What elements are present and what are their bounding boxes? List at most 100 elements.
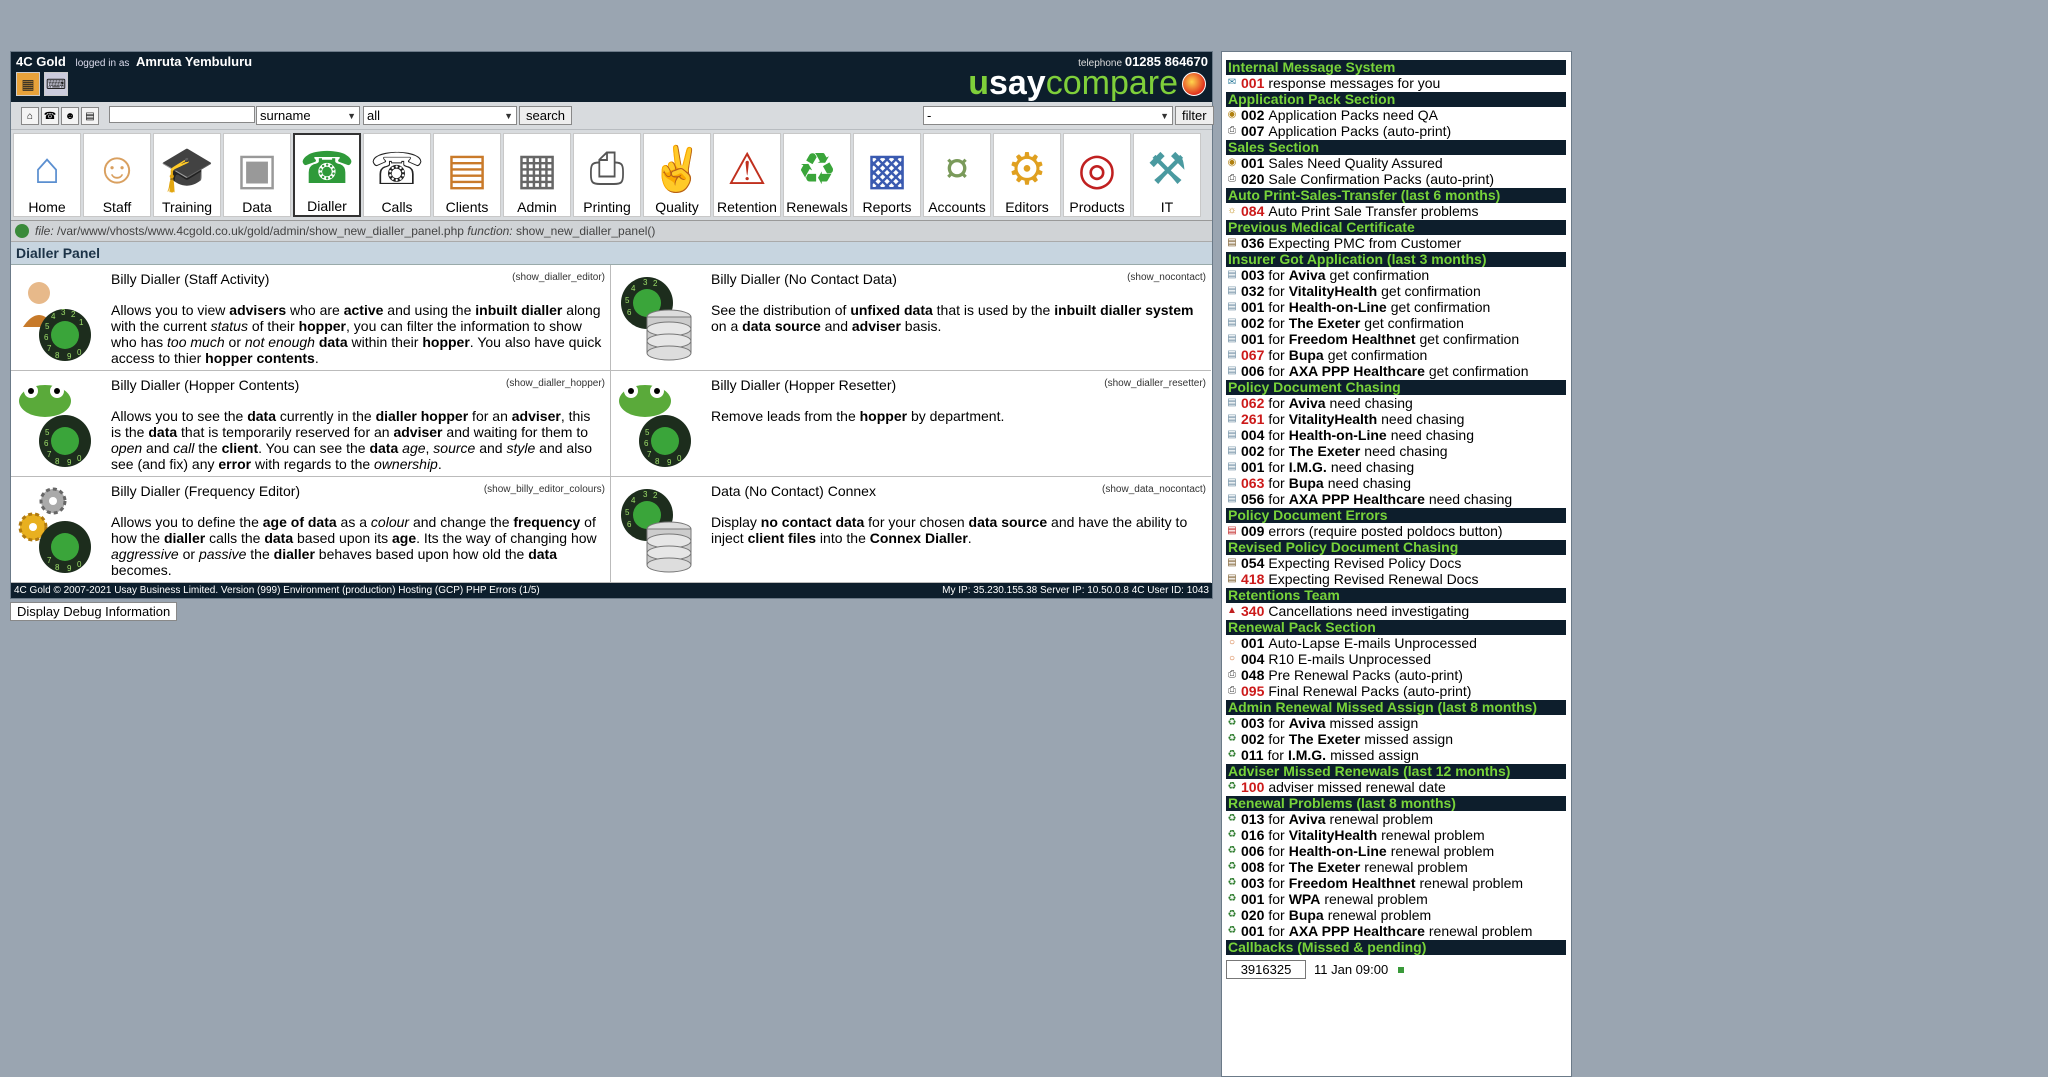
notification-item[interactable]: ♻ 016 for VitalityHealth renewal problem xyxy=(1226,827,1566,843)
phone-small-icon[interactable]: ☎ xyxy=(41,107,59,125)
notification-item[interactable]: ▤ 054 Expecting Revised Policy Docs xyxy=(1226,555,1566,571)
usaycompare-logo[interactable]: usaycompare xyxy=(968,66,1178,100)
notification-item[interactable]: ⎙ 007 Application Packs (auto-print) xyxy=(1226,123,1566,139)
notification-item[interactable]: ⎙ 095 Final Renewal Packs (auto-print) xyxy=(1226,683,1566,699)
nav-dialler[interactable]: ☎ Dialler xyxy=(293,133,361,217)
notification-item[interactable]: ◉ 002 Application Packs need QA xyxy=(1226,107,1566,123)
notification-item[interactable]: ☼ 084 Auto Print Sale Transfer problems xyxy=(1226,203,1566,219)
notification-item[interactable]: ▲ 340 Cancellations need investigating xyxy=(1226,603,1566,619)
item-text: need chasing xyxy=(1329,395,1413,411)
dialler-cell-staff-activity[interactable]: 321 45 6 7890 Billy Dialler (Staff Activity… xyxy=(11,265,611,371)
nav-reports[interactable]: ▩ Reports xyxy=(853,133,921,217)
notification-item[interactable]: ⎙ 020 Sale Confirmation Packs (auto-print) xyxy=(1226,171,1566,187)
cell-title[interactable]: Billy Dialler (Staff Activity) xyxy=(111,271,269,287)
nav-accounts[interactable]: ¤ Accounts xyxy=(923,133,991,217)
cell-title[interactable]: Billy Dialler (Hopper Resetter) xyxy=(711,377,896,393)
nav-training[interactable]: 🎓 Training xyxy=(153,133,221,217)
notification-item[interactable]: ♻ 003 for Aviva missed assign xyxy=(1226,715,1566,731)
dialler-cell-hopper-contents[interactable]: 5 6 7890 Billy Dialler (Hopper Contents) (… xyxy=(11,371,611,477)
database-dialler-icon: 3 2 45 6 xyxy=(621,489,692,573)
search-input[interactable] xyxy=(109,106,255,123)
home-small-icon[interactable]: ⌂ xyxy=(21,107,39,125)
contact-small-icon[interactable]: ☻ xyxy=(61,107,79,125)
keyboard-icon[interactable]: ⌨ xyxy=(44,72,68,96)
notification-item[interactable]: ○ 004 R10 E-mails Unprocessed xyxy=(1226,651,1566,667)
nav-admin[interactable]: ▦ Admin xyxy=(503,133,571,217)
notification-item[interactable]: ♻ 003 for Freedom Healthnet renewal problem xyxy=(1226,875,1566,891)
notification-item[interactable]: ▤ 004 for Health-on-Line need chasing xyxy=(1226,427,1566,443)
notification-item[interactable]: ▤ 003 for Aviva get confirmation xyxy=(1226,267,1566,283)
cell-title[interactable]: Data (No Contact) Connex xyxy=(711,483,876,499)
footer-ip-info: My IP: 35.230.155.38 Server IP: 10.50.0.… xyxy=(942,585,1209,596)
printer-icon: ⎙ xyxy=(1228,685,1236,696)
item-for: for xyxy=(1268,363,1285,379)
dialler-cell-connex[interactable]: 32 45 6 Data (No Contact) Connex (show_dat… xyxy=(611,477,1211,583)
nav-it[interactable]: ⚒ IT xyxy=(1133,133,1201,217)
notification-item[interactable]: ▤ 062 for Aviva need chasing xyxy=(1226,395,1566,411)
nav-printing[interactable]: ⎙ Printing xyxy=(573,133,641,217)
filter-button[interactable]: filter xyxy=(1175,106,1214,125)
notification-item[interactable]: ♻ 013 for Aviva renewal problem xyxy=(1226,811,1566,827)
display-debug-button[interactable]: Display Debug Information xyxy=(10,602,178,621)
nav-home[interactable]: ⌂ Home xyxy=(13,133,81,217)
notification-item[interactable]: ○ 001 Auto-Lapse E-mails Unprocessed xyxy=(1226,635,1566,651)
gears-icon: ⚙ xyxy=(1007,144,1047,194)
notification-item[interactable]: ▤ 056 for AXA PPP Healthcare need chasing xyxy=(1226,491,1566,507)
nav-renewals[interactable]: ♻ Renewals xyxy=(783,133,851,217)
notification-item[interactable]: ▤ 036 Expecting PMC from Customer xyxy=(1226,235,1566,251)
notification-item[interactable]: ▤ 009 errors (require posted poldocs butto… xyxy=(1226,523,1566,539)
nav-label: Calls xyxy=(381,199,413,215)
notification-item[interactable]: ▤ 001 for I.M.G. need chasing xyxy=(1226,459,1566,475)
notification-item[interactable]: ♻ 002 for The Exeter missed assign xyxy=(1226,731,1566,747)
status-orb-icon[interactable] xyxy=(1182,72,1206,96)
item-for: for xyxy=(1268,331,1285,347)
notification-item[interactable]: ▤ 261 for VitalityHealth need chasing xyxy=(1226,411,1566,427)
filter-select[interactable]: - ▼ xyxy=(923,106,1173,125)
notification-item[interactable]: ▤ 002 for The Exeter get confirmation xyxy=(1226,315,1566,331)
cell-title[interactable]: Billy Dialler (Frequency Editor) xyxy=(111,483,300,499)
callback-id[interactable]: 3916325 xyxy=(1226,960,1306,979)
notification-item[interactable]: ♻ 001 for WPA renewal problem xyxy=(1226,891,1566,907)
nav-label: Quality xyxy=(655,199,699,215)
notification-item[interactable]: ✉ 001 response messages for you xyxy=(1226,75,1566,91)
notification-item[interactable]: ▤ 032 for VitalityHealth get confirmation xyxy=(1226,283,1566,299)
notification-item[interactable]: ♻ 006 for Health-on-Line renewal problem xyxy=(1226,843,1566,859)
nav-retention[interactable]: ⚠ Retention xyxy=(713,133,781,217)
notification-item[interactable]: ♻ 020 for Bupa renewal problem xyxy=(1226,907,1566,923)
notification-item[interactable]: ▤ 063 for Bupa need chasing xyxy=(1226,475,1566,491)
section-header: Retentions Team xyxy=(1226,588,1566,603)
nav-products[interactable]: ◎ Products xyxy=(1063,133,1131,217)
org-chart-icon[interactable]: ▦ xyxy=(16,72,40,96)
cell-title[interactable]: Billy Dialler (Hopper Contents) xyxy=(111,377,299,393)
item-text: Cancellations need investigating xyxy=(1268,603,1470,619)
dialler-cell-frequency-editor[interactable]: 7890 Billy Dialler (Frequency Editor) (s… xyxy=(11,477,611,583)
page-small-icon[interactable]: ▤ xyxy=(81,107,99,125)
printer-icon: ⎙ xyxy=(1228,669,1236,680)
nav-calls[interactable]: ☏ Calls xyxy=(363,133,431,217)
notification-item[interactable]: ⎙ 048 Pre Renewal Packs (auto-print) xyxy=(1226,667,1566,683)
callback-row[interactable]: 3916325 11 Jan 09:00 xyxy=(1226,960,1566,979)
dialler-cell-hopper-resetter[interactable]: 5 6 7890 Billy Dialler (Hopper Resetter) (… xyxy=(611,371,1211,477)
cell-title[interactable]: Billy Dialler (No Contact Data) xyxy=(711,271,897,287)
dialler-cell-no-contact[interactable]: 32 45 6 Billy Dialler (No Contact Data) (s… xyxy=(611,265,1211,371)
notification-item[interactable]: ♻ 011 for I.M.G. missed assign xyxy=(1226,747,1566,763)
notification-item[interactable]: ▤ 006 for AXA PPP Healthcare get confirmatio… xyxy=(1226,363,1566,379)
search-field-select[interactable]: surname ▼ xyxy=(256,106,360,125)
notification-item[interactable]: ♻ 001 for AXA PPP Healthcare renewal problem xyxy=(1226,923,1566,939)
item-text: get confirmation xyxy=(1327,347,1428,363)
search-scope-select[interactable]: all ▼ xyxy=(363,106,517,125)
nav-quality[interactable]: ✌ Quality xyxy=(643,133,711,217)
nav-staff[interactable]: ☺ Staff xyxy=(83,133,151,217)
nav-data[interactable]: ▣ Data xyxy=(223,133,291,217)
notification-item[interactable]: ▤ 002 for The Exeter need chasing xyxy=(1226,443,1566,459)
nav-editors[interactable]: ⚙ Editors xyxy=(993,133,1061,217)
notification-item[interactable]: ♻ 008 for The Exeter renewal problem xyxy=(1226,859,1566,875)
nav-clients[interactable]: ▤ Clients xyxy=(433,133,501,217)
notification-item[interactable]: ▤ 067 for Bupa get confirmation xyxy=(1226,347,1566,363)
notification-item[interactable]: ▤ 001 for Health-on-Line get confirmation xyxy=(1226,299,1566,315)
search-button[interactable]: search xyxy=(519,106,573,125)
notification-item[interactable]: ♻ 100 adviser missed renewal date xyxy=(1226,779,1566,795)
notification-item[interactable]: ▤ 001 for Freedom Healthnet get confirmation xyxy=(1226,331,1566,347)
notification-item[interactable]: ◉ 001 Sales Need Quality Assured xyxy=(1226,155,1566,171)
notification-item[interactable]: ▤ 418 Expecting Revised Renewal Docs xyxy=(1226,571,1566,587)
